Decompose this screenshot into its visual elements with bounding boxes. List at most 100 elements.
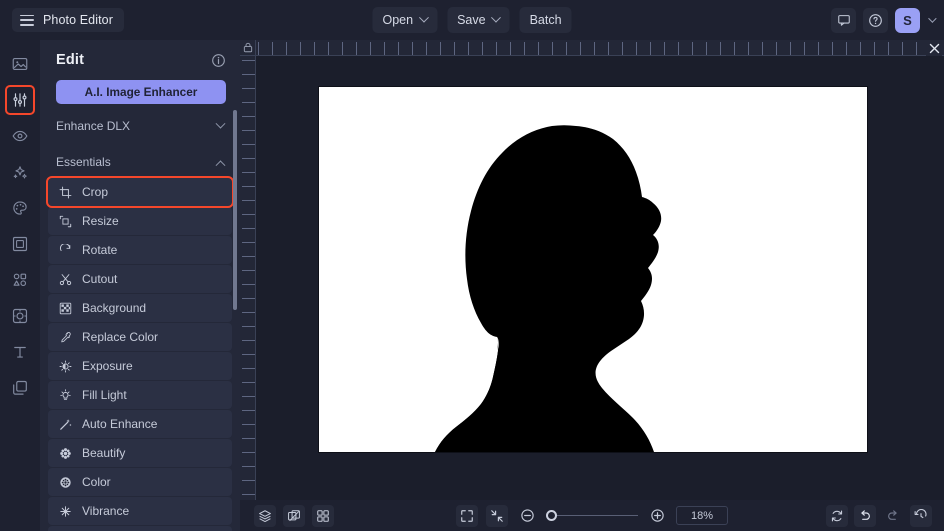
tool-rail bbox=[0, 40, 40, 531]
menu-item-background[interactable]: Background bbox=[48, 294, 232, 322]
panel-scrollbar[interactable] bbox=[233, 110, 237, 310]
ruler-tick bbox=[762, 42, 763, 55]
open-button[interactable]: Open bbox=[372, 7, 437, 33]
reset-button[interactable] bbox=[826, 505, 848, 527]
magic-wand-icon bbox=[58, 417, 72, 431]
ruler-tick bbox=[734, 42, 735, 55]
ruler-tick bbox=[790, 42, 791, 55]
redo-button[interactable] bbox=[882, 505, 904, 527]
section-essentials-label: Essentials bbox=[56, 155, 111, 169]
menu-item-beautify[interactable]: Beautify bbox=[48, 439, 232, 467]
info-button[interactable] bbox=[211, 53, 226, 68]
avatar-chevron-down-icon[interactable] bbox=[928, 14, 936, 22]
menu-item-replace-color[interactable]: Replace Color bbox=[48, 323, 232, 351]
ruler-tick bbox=[748, 42, 749, 55]
ruler-tick bbox=[678, 42, 679, 55]
zoom-slider-knob[interactable] bbox=[546, 510, 557, 521]
rail-item-palette[interactable] bbox=[6, 194, 34, 222]
ruler-tick bbox=[902, 42, 903, 55]
help-button[interactable] bbox=[863, 8, 888, 33]
scissors-icon bbox=[58, 272, 72, 286]
top-toolbar: Photo Editor Open Save Batch bbox=[0, 0, 944, 40]
undo-button[interactable] bbox=[854, 505, 876, 527]
ruler-tick bbox=[242, 354, 255, 355]
menu-item-exposure[interactable]: Exposure bbox=[48, 352, 232, 380]
rail-item-retouch[interactable] bbox=[6, 122, 34, 150]
ruler-tick bbox=[242, 326, 255, 327]
image-icon bbox=[11, 55, 29, 73]
rail-item-image[interactable] bbox=[6, 50, 34, 78]
menu-item-cutout[interactable]: Cutout bbox=[48, 265, 232, 293]
panel-header: Edit bbox=[40, 40, 240, 76]
ruler-tick bbox=[328, 42, 329, 55]
menu-item-sharpen[interactable]: Sharpen bbox=[48, 526, 232, 531]
close-canvas-button[interactable] bbox=[926, 41, 942, 56]
grid-icon bbox=[316, 509, 330, 523]
layers-button[interactable] bbox=[254, 505, 276, 527]
color-wheel-icon bbox=[58, 475, 72, 489]
ai-image-enhancer-button[interactable]: A.I. Image Enhancer bbox=[56, 80, 226, 104]
rail-item-layers[interactable] bbox=[6, 374, 34, 402]
rail-item-text[interactable] bbox=[6, 338, 34, 366]
photo-canvas[interactable] bbox=[319, 87, 867, 452]
ruler-tick bbox=[370, 42, 371, 55]
batch-button[interactable]: Batch bbox=[520, 7, 572, 33]
section-essentials[interactable]: Essentials bbox=[40, 148, 240, 176]
section-enhance-dlx[interactable]: Enhance DLX bbox=[40, 112, 240, 140]
page-title: Edit bbox=[56, 52, 84, 68]
menu-item-resize[interactable]: Resize bbox=[48, 207, 232, 235]
menu-item-cutout-label: Cutout bbox=[82, 272, 117, 286]
zoom-level-value[interactable]: 18% bbox=[676, 506, 728, 525]
rail-item-effects[interactable] bbox=[6, 302, 34, 330]
ruler-lock-button[interactable] bbox=[240, 40, 256, 56]
menu-item-replace-color-label: Replace Color bbox=[82, 330, 158, 344]
history-button[interactable] bbox=[910, 505, 932, 527]
bottom-toolbar: 18% bbox=[240, 500, 944, 531]
compare-icon bbox=[287, 509, 301, 523]
rail-item-sparkles[interactable] bbox=[6, 158, 34, 186]
ruler-tick bbox=[608, 42, 609, 55]
ruler-tick bbox=[398, 42, 399, 55]
menu-item-auto-enhance[interactable]: Auto Enhance bbox=[48, 410, 232, 438]
ruler-tick bbox=[454, 42, 455, 55]
section-enhance-dlx-label: Enhance DLX bbox=[56, 119, 130, 133]
avatar[interactable]: S bbox=[895, 8, 920, 33]
history-icon bbox=[914, 509, 928, 523]
rail-item-adjustments[interactable] bbox=[6, 86, 34, 114]
redo-icon bbox=[886, 509, 900, 523]
zoom-in-button[interactable] bbox=[646, 505, 668, 527]
vertical-ruler[interactable] bbox=[240, 56, 256, 504]
menu-item-color[interactable]: Color bbox=[48, 468, 232, 496]
ruler-tick bbox=[258, 42, 259, 55]
ruler-tick bbox=[242, 186, 255, 187]
chevron-up-icon bbox=[216, 160, 226, 170]
ruler-tick bbox=[242, 158, 255, 159]
rail-item-frame[interactable] bbox=[6, 230, 34, 258]
batch-button-label: Batch bbox=[530, 13, 562, 27]
menu-item-crop[interactable]: Crop bbox=[48, 178, 232, 206]
grid-button[interactable] bbox=[312, 505, 334, 527]
bottombar-left-group bbox=[240, 505, 334, 527]
compare-button[interactable] bbox=[283, 505, 305, 527]
app-menu-button[interactable]: Photo Editor bbox=[12, 8, 124, 32]
zoom-slider[interactable] bbox=[546, 509, 638, 523]
menu-item-fill-light[interactable]: Fill Light bbox=[48, 381, 232, 409]
fit-to-screen-button[interactable] bbox=[486, 505, 508, 527]
vibrance-icon bbox=[58, 504, 72, 518]
bottombar-center-group: 18% bbox=[456, 505, 728, 527]
sparkles-icon bbox=[11, 163, 29, 181]
topbar-center-group: Open Save Batch bbox=[372, 7, 571, 33]
fullscreen-button[interactable] bbox=[456, 505, 478, 527]
canvas-viewport[interactable] bbox=[256, 56, 944, 504]
menu-item-rotate[interactable]: Rotate bbox=[48, 236, 232, 264]
rail-item-shapes[interactable] bbox=[6, 266, 34, 294]
menu-item-vibrance[interactable]: Vibrance bbox=[48, 497, 232, 525]
ruler-tick bbox=[242, 284, 255, 285]
ruler-tick bbox=[356, 42, 357, 55]
save-button[interactable]: Save bbox=[447, 7, 510, 33]
ruler-tick bbox=[242, 452, 255, 453]
undo-icon bbox=[858, 509, 872, 523]
zoom-out-button[interactable] bbox=[516, 505, 538, 527]
horizontal-ruler[interactable] bbox=[256, 40, 944, 56]
feedback-button[interactable] bbox=[831, 8, 856, 33]
